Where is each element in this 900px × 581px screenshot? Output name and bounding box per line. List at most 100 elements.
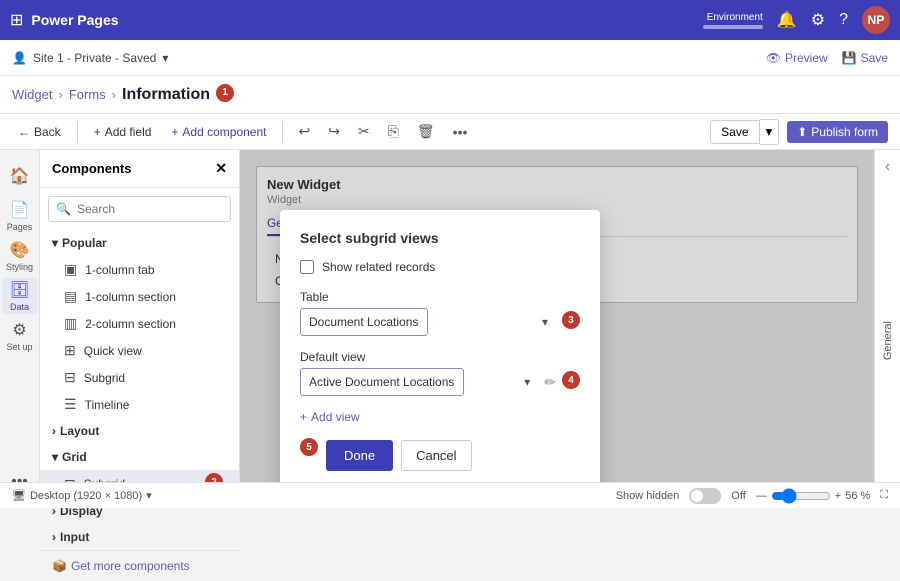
- cancel-button[interactable]: Cancel: [401, 440, 471, 471]
- right-panel-label: General: [882, 321, 894, 360]
- default-view-wrapper: Active Document Locations: [300, 368, 538, 396]
- bell-icon[interactable]: 🔔: [777, 10, 797, 30]
- breadcrumb-sep1: ›: [58, 87, 62, 102]
- back-icon: ←: [18, 125, 30, 139]
- zoom-control: — + 56 %: [756, 488, 871, 504]
- toolbar-divider-1: [77, 122, 78, 142]
- env-bar: [703, 25, 763, 29]
- back-button[interactable]: ← Back: [12, 122, 67, 142]
- nav-pages[interactable]: 📄 Pages: [2, 198, 38, 234]
- show-hidden-toggle[interactable]: [689, 488, 721, 504]
- preview-label: Preview: [785, 51, 828, 65]
- add-field-button[interactable]: + Add field: [88, 122, 158, 142]
- undo-button[interactable]: ↩: [293, 120, 315, 143]
- fullscreen-icon[interactable]: ⛶: [880, 489, 888, 502]
- nav-styling[interactable]: 🎨 Styling: [2, 238, 38, 274]
- component-timeline[interactable]: ☰ Timeline: [40, 391, 239, 418]
- table-select-wrapper: Document Locations: [300, 308, 556, 336]
- popular-section[interactable]: ▾ Popular: [40, 230, 239, 256]
- quick-view-icon: ⊞: [64, 342, 76, 359]
- home-icon: 🏠: [10, 166, 30, 186]
- publish-button[interactable]: ⬆ Publish form: [787, 121, 888, 143]
- env-indicator: Environment: [703, 12, 763, 29]
- top-bar-left: ⊞ Power Pages: [10, 10, 119, 30]
- env-label: Environment: [707, 12, 763, 23]
- component-subgrid-popular[interactable]: ⊟ Subgrid: [40, 364, 239, 391]
- preview-button[interactable]: 👁 Preview: [766, 51, 828, 65]
- search-input[interactable]: [48, 196, 231, 222]
- add-view-label: Add view: [311, 410, 360, 424]
- publish-icon: ⬆: [797, 125, 807, 139]
- get-more-icon: 📦: [52, 559, 67, 573]
- secondary-bar: 👤 Site 1 - Private - Saved ▾ 👁 Preview 💾…: [0, 40, 900, 76]
- delete-button[interactable]: 🗑: [412, 120, 440, 143]
- comp-quick-view-label: Quick view: [84, 344, 142, 358]
- dialog-title: Select subgrid views: [300, 230, 580, 246]
- layout-label: Layout: [60, 424, 99, 438]
- default-view-select[interactable]: Active Document Locations: [300, 368, 464, 396]
- add-field-icon: +: [94, 125, 101, 139]
- save-arrow-button[interactable]: ▾: [760, 119, 780, 145]
- component-1col-tab[interactable]: ▣ 1-column tab: [40, 256, 239, 283]
- nav-setup[interactable]: ⚙ Set up: [2, 318, 38, 354]
- status-right: Show hidden Off — + 56 % ⛶: [616, 488, 888, 504]
- site-icon: 👤: [12, 51, 27, 65]
- get-more-button[interactable]: 📦 Get more components: [40, 550, 239, 581]
- site-chevron: ▾: [162, 51, 168, 65]
- redo-button[interactable]: ↪: [323, 120, 345, 143]
- toolbar: ← Back + Add field + Add component ↩ ↪ ✂…: [0, 114, 900, 150]
- select-subgrid-dialog: Select subgrid views Show related record…: [280, 210, 600, 491]
- show-related-checkbox[interactable]: [300, 260, 314, 274]
- zoom-value: 56 %: [845, 490, 870, 502]
- zoom-plus[interactable]: +: [835, 490, 841, 502]
- grid-section[interactable]: ▾ Grid: [40, 444, 239, 470]
- left-nav: 🏠 📄 Pages 🎨 Styling 🗄 Data ⚙ Set up •••: [0, 150, 40, 508]
- comp-1col-tab-label: 1-column tab: [85, 263, 154, 277]
- save-button-top[interactable]: 💾 Save: [842, 51, 888, 65]
- help-icon[interactable]: ?: [839, 11, 848, 29]
- more-button[interactable]: •••: [448, 121, 473, 143]
- zoom-slider[interactable]: [771, 488, 831, 504]
- canvas-area: New Widget Widget General Related ▾ Name…: [240, 150, 874, 508]
- show-related-row: Show related records: [300, 260, 580, 274]
- input-label: Input: [60, 530, 89, 544]
- nav-home[interactable]: 🏠: [2, 158, 38, 194]
- collapse-icon[interactable]: ‹: [885, 158, 890, 176]
- component-2col-section[interactable]: ▥ 2-column section: [40, 310, 239, 337]
- breadcrumb-forms[interactable]: Forms: [69, 87, 106, 102]
- cut-button[interactable]: ✂: [353, 120, 375, 143]
- right-panel[interactable]: ‹ General: [874, 150, 900, 508]
- settings-icon[interactable]: ⚙: [811, 10, 825, 30]
- save-main-button[interactable]: Save: [710, 120, 759, 144]
- breadcrumb-widget[interactable]: Widget: [12, 87, 52, 102]
- default-view-select-row: Active Document Locations ✏ 4: [300, 368, 580, 396]
- copy-button[interactable]: ⎘: [383, 120, 404, 143]
- desktop-chevron: ▾: [146, 489, 152, 502]
- table-select-row: Document Locations 3: [300, 308, 580, 336]
- avatar[interactable]: NP: [862, 6, 890, 34]
- panel-title: Components: [52, 161, 131, 176]
- zoom-minus[interactable]: —: [756, 490, 767, 502]
- edit-icon[interactable]: ✏: [544, 374, 556, 391]
- table-select[interactable]: Document Locations: [300, 308, 428, 336]
- add-view-button[interactable]: + Add view: [300, 410, 580, 424]
- components-panel: Components ✕ 🔍 ▾ Popular ▣ 1-column tab …: [40, 150, 240, 508]
- done-button[interactable]: Done: [326, 440, 393, 471]
- breadcrumb-current: Information: [122, 86, 210, 104]
- panel-header: Components ✕: [40, 150, 239, 188]
- nav-data[interactable]: 🗄 Data: [2, 278, 38, 314]
- add-component-button[interactable]: + Add component: [165, 122, 272, 142]
- desktop-info: Desktop (1920 × 1080): [30, 490, 142, 502]
- close-icon[interactable]: ✕: [215, 160, 227, 177]
- save-icon: 💾: [842, 51, 857, 65]
- comp-timeline-label: Timeline: [85, 398, 130, 412]
- component-quick-view[interactable]: ⊞ Quick view: [40, 337, 239, 364]
- popular-label: Popular: [62, 236, 107, 250]
- toolbar-right: Save ▾ ⬆ Publish form: [710, 119, 888, 145]
- input-section[interactable]: › Input: [40, 524, 239, 550]
- component-1col-section[interactable]: ▤ 1-column section: [40, 283, 239, 310]
- layout-section[interactable]: › Layout: [40, 418, 239, 444]
- publish-label: Publish form: [811, 125, 878, 139]
- show-hidden-label: Show hidden: [616, 490, 680, 502]
- styling-icon: 🎨: [10, 240, 30, 260]
